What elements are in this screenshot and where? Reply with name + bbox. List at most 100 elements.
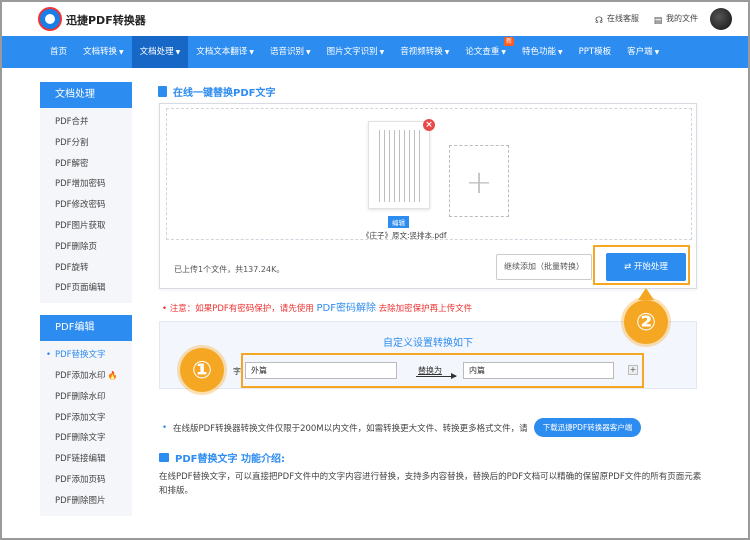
nav-item[interactable]: 音视频转换 ▼: [392, 36, 457, 68]
chevron-down-icon: ▼: [558, 49, 563, 56]
sidebar-item[interactable]: PDF删除文字: [40, 428, 132, 449]
nav-item-label: 文档文本翻译: [196, 47, 248, 57]
sidebar-item-label: PDF旋转: [55, 262, 89, 273]
step1-highlight: [241, 353, 644, 388]
nav-item[interactable]: 首页: [42, 36, 75, 68]
unlock-pdf-link[interactable]: PDF密码解除: [316, 303, 375, 314]
brand-name[interactable]: 迅捷PDF转换器: [66, 12, 146, 28]
nav-items: 首页 文档转换 ▼ 文档处理 ▼ 文档文本翻译 ▼ 语音识别 ▼ 图片文字识别 ▼ 音视频转换 ▼ 论文查…: [42, 36, 667, 68]
nav-item[interactable]: 图片文字识别 ▼: [319, 36, 393, 68]
sidebar-item-label: PDF链接编辑: [55, 454, 106, 465]
book-icon: [159, 453, 169, 462]
nav-item[interactable]: 语音识别 ▼: [262, 36, 319, 68]
drop-zone[interactable]: × 编辑 《庄子》原文:竖排本.pdf +: [166, 108, 692, 240]
sidebar: 文档处理 PDF合并 PDF分割 PDF解密 PDF增加密码 PDF修改密码 PDF图片获…: [40, 82, 132, 516]
sidebar-section-doc-processing: 文档处理: [40, 82, 132, 108]
nav-item-label: 文档转换: [83, 47, 118, 57]
size-limit-text: 在线版PDF转换器转换文件仅限于200M以内文件，如需转换更大文件、转换更多格式…: [173, 423, 528, 434]
sidebar-item[interactable]: PDF增加密码: [40, 174, 132, 195]
sidebar-item[interactable]: PDF添加页码: [40, 470, 132, 491]
chevron-down-icon: ▼: [444, 49, 450, 56]
sidebar-item[interactable]: PDF添加文字: [40, 408, 132, 429]
notice-dot: •: [162, 304, 170, 314]
top-links: ☊ 在线客服 ▤ 我的文件: [594, 13, 698, 26]
nav-item[interactable]: 文档处理 ▼: [131, 36, 189, 68]
nav-item[interactable]: PPT模板: [571, 36, 619, 68]
my-files-link[interactable]: ▤ 我的文件: [653, 13, 698, 26]
sidebar-item[interactable]: PDF页面编辑: [40, 278, 132, 299]
nav-item-label: 客户端: [627, 47, 653, 57]
new-badge: 新: [503, 37, 514, 46]
chevron-down-icon: ▼: [305, 49, 311, 56]
nav-item-label: PPT模板: [578, 47, 612, 57]
service-label: 在线客服: [607, 14, 639, 23]
nav-item-label: 音视频转换: [400, 47, 443, 57]
sidebar-item-label: PDF合并: [55, 117, 89, 127]
info-dot: •: [162, 422, 168, 433]
nav-item[interactable]: 文档文本翻译 ▼: [188, 36, 262, 68]
nav-item[interactable]: 客户端 ▼: [619, 36, 667, 68]
chevron-down-icon: ▼: [501, 49, 506, 56]
sidebar-item-label: PDF解密: [55, 158, 89, 169]
sidebar-item-label: PDF删除图片: [55, 495, 106, 506]
sidebar-item-label: PDF删除文字: [55, 433, 106, 444]
fire-icon: 🔥: [107, 370, 118, 380]
sidebar-item-label: PDF添加水印: [55, 370, 106, 381]
nav-item-label: 论文查重: [465, 47, 500, 57]
thumbnail-text-lines: [379, 130, 421, 202]
sidebar-item-label: PDF删除水印: [55, 391, 106, 402]
sidebar-item[interactable]: PDF链接编辑: [40, 449, 132, 470]
password-notice: • 注意：如果PDF有密码保护，请先使用 PDF密码解除 去除加密保护再上传文件: [162, 299, 472, 314]
nav-item-label: 文档处理: [139, 47, 174, 57]
nav-item[interactable]: 论文查重 ▼ 新: [457, 36, 514, 68]
step2-marker: ②: [624, 300, 668, 344]
edit-file-button[interactable]: 编辑: [388, 216, 409, 228]
page-frame: 迅捷PDF转换器 ☊ 在线客服 ▤ 我的文件 首页 文档转换 ▼ 文档处理 ▼ 文档文本翻译 ▼…: [0, 0, 750, 540]
size-limit-info: • 在线版PDF转换器转换文件仅限于200M以内文件，如需转换更大文件、转换更多…: [162, 418, 642, 437]
sidebar-item-label: PDF删除页: [55, 241, 98, 252]
chevron-down-icon: ▼: [654, 49, 660, 56]
sidebar-item[interactable]: PDF删除水印: [40, 387, 132, 408]
sidebar-item[interactable]: PDF图片获取: [40, 216, 132, 237]
sidebar-item[interactable]: PDF旋转: [40, 258, 132, 279]
service-link[interactable]: ☊ 在线客服: [594, 13, 639, 26]
step2-pointer: [638, 288, 654, 300]
sidebar-item-label: PDF增加密码: [55, 179, 106, 190]
remove-file-icon[interactable]: ×: [423, 119, 435, 131]
file-thumbnail[interactable]: [368, 121, 430, 209]
nav-item-label: 特色功能: [522, 47, 557, 57]
nav-item-label: 图片文字识别: [326, 47, 378, 57]
upload-info: 已上传1个文件，共137.24K。: [174, 265, 285, 274]
my-files-label: 我的文件: [666, 14, 698, 23]
chevron-down-icon: ▼: [379, 49, 385, 56]
add-file-button[interactable]: +: [449, 145, 509, 217]
nav-item[interactable]: 特色功能 ▼: [514, 36, 571, 68]
avatar[interactable]: [710, 8, 732, 30]
nav-item-label: 语音识别: [269, 47, 304, 57]
sidebar-item[interactable]: PDF解密: [40, 154, 132, 175]
sidebar-item-label: PDF替换文字: [55, 350, 106, 361]
continue-add-button[interactable]: 继续添加（批量转换）: [496, 254, 592, 280]
custom-settings-title: 自定义设置转换如下: [383, 338, 473, 349]
page-title-text: 在线一键替换PDF文字: [173, 88, 276, 99]
find-label: 字: [233, 367, 241, 376]
chevron-down-icon: ▼: [175, 49, 181, 56]
top-bar: 迅捷PDF转换器 ☊ 在线客服 ▤ 我的文件: [2, 2, 748, 36]
sidebar-item[interactable]: PDF合并: [40, 112, 132, 133]
chevron-down-icon: ▼: [249, 49, 254, 56]
logo-icon[interactable]: [38, 7, 62, 31]
sidebar-item-label: PDF添加文字: [55, 412, 106, 423]
sidebar-item[interactable]: PDF删除图片: [40, 491, 132, 512]
sidebar-item[interactable]: PDF修改密码: [40, 195, 132, 216]
sidebar-item[interactable]: PDF添加水印 🔥: [40, 366, 132, 387]
download-client-button[interactable]: 下载迅捷PDF转换器客户端: [533, 418, 642, 437]
sidebar-item[interactable]: PDF分割: [40, 133, 132, 154]
sidebar-item-label: PDF分割: [55, 137, 89, 148]
sidebar-item-label: PDF添加页码: [55, 474, 106, 485]
sidebar-item[interactable]: PDF删除页: [40, 237, 132, 258]
nav-item-label: 首页: [50, 47, 68, 57]
notice-prefix: 注意：如果PDF有密码保护，请先使用: [169, 304, 314, 314]
sidebar-item[interactable]: PDF替换文字: [40, 345, 132, 366]
nav-item[interactable]: 文档转换 ▼: [75, 36, 132, 68]
step1-marker: ①: [180, 348, 224, 392]
